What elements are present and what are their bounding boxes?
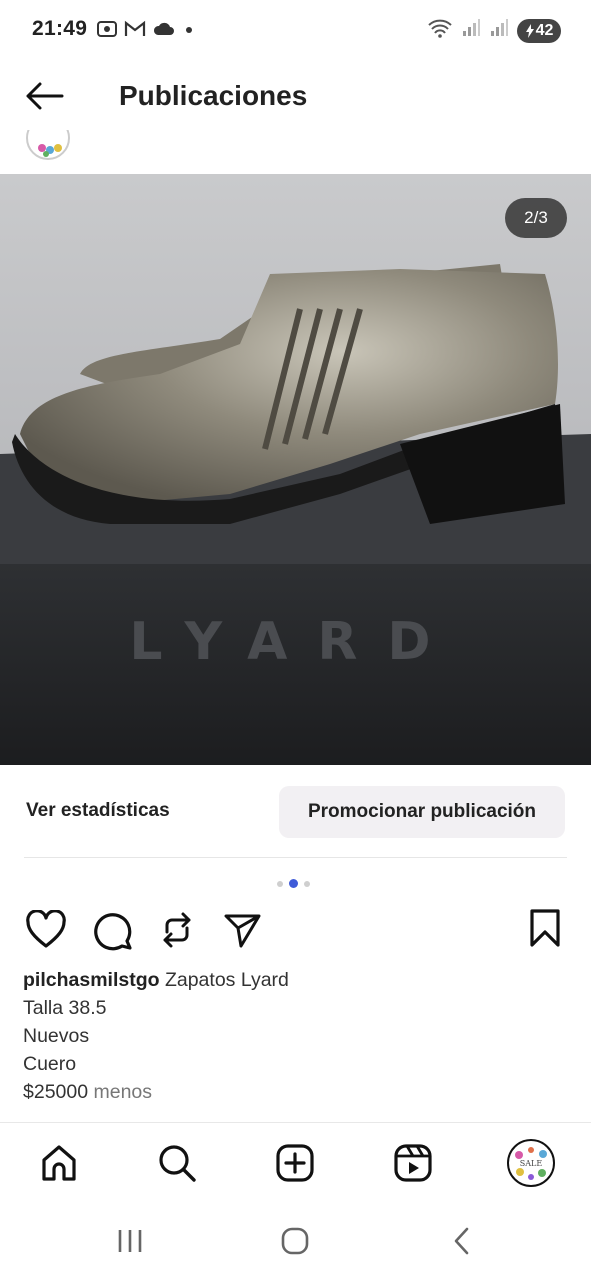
home-system-button[interactable]	[275, 1224, 315, 1258]
back-button[interactable]	[24, 78, 68, 114]
divider	[24, 857, 567, 858]
author-avatar[interactable]	[26, 130, 70, 160]
nav-create[interactable]	[271, 1139, 319, 1187]
profile-avatar-image: SALE	[511, 1143, 551, 1183]
shoe-photo: LYARD	[0, 174, 591, 765]
share-button[interactable]	[220, 908, 264, 952]
recents-button[interactable]	[110, 1224, 150, 1258]
nav-search[interactable]	[153, 1139, 201, 1187]
search-icon	[159, 1145, 196, 1182]
signal-icon-2	[489, 18, 509, 43]
reels-icon	[394, 1144, 432, 1182]
battery-level: 42	[535, 21, 554, 39]
battery-icon: 42	[517, 18, 561, 43]
repost-button[interactable]	[155, 908, 199, 952]
caption-line: Nuevos	[23, 1025, 90, 1047]
promote-post-button[interactable]: Promocionar publicación	[279, 786, 565, 838]
screenshot-icon	[96, 19, 118, 44]
page-title: Publicaciones	[119, 80, 308, 111]
create-icon	[276, 1144, 314, 1182]
post-author-row[interactable]	[0, 130, 591, 174]
signal-icon	[461, 18, 481, 43]
bookmark-icon	[530, 909, 560, 947]
image-counter-badge: 2/3	[505, 198, 567, 238]
caption-line: Talla 38.5	[23, 997, 107, 1019]
view-insights-link[interactable]: Ver estadísticas	[26, 800, 170, 822]
save-button[interactable]	[523, 906, 567, 950]
profile-avatar[interactable]: SALE	[507, 1139, 555, 1187]
profile-badge-text: SALE	[520, 1159, 543, 1168]
arrow-left-icon	[26, 82, 64, 110]
cloud-icon	[152, 20, 176, 43]
caption-price-line: $25000 menos	[23, 1078, 563, 1106]
nav-reels[interactable]	[389, 1139, 437, 1187]
nav-profile[interactable]: SALE	[507, 1139, 555, 1187]
status-notification-icons	[96, 19, 196, 44]
carousel-indicator	[277, 879, 310, 888]
comment-button[interactable]	[90, 908, 134, 952]
repost-icon	[163, 912, 191, 948]
like-button[interactable]	[24, 908, 68, 952]
comment-icon	[94, 913, 132, 951]
caption-username[interactable]: pilchasmilstgo	[23, 969, 160, 991]
box-brand-text: LYARD	[129, 612, 460, 672]
send-icon	[224, 914, 261, 948]
heart-icon	[26, 910, 66, 948]
system-navigation	[0, 1202, 591, 1280]
post-image[interactable]: LYARD 2/3	[0, 174, 591, 765]
caption-price: $25000	[23, 1081, 89, 1103]
caption-title: Zapatos Lyard	[164, 969, 289, 991]
back-chevron-icon	[454, 1227, 469, 1255]
back-system-button[interactable]	[442, 1224, 482, 1258]
status-bar: 21:49 42	[0, 0, 591, 60]
caption-less-link[interactable]: menos	[94, 1081, 153, 1103]
dot-icon	[182, 22, 196, 41]
status-time: 21:49	[32, 17, 88, 40]
carousel-dot-active	[289, 879, 298, 888]
home-icon	[42, 1145, 76, 1181]
bottom-navigation: SALE	[0, 1122, 591, 1202]
home-circle-icon	[281, 1227, 309, 1255]
carousel-dot	[277, 880, 283, 887]
app-header: Publicaciones	[0, 62, 591, 130]
carousel-dot	[304, 880, 310, 887]
caption-line: Cuero	[23, 1053, 77, 1075]
wifi-icon	[427, 17, 453, 44]
nav-home[interactable]	[35, 1139, 83, 1187]
post-caption: pilchasmilstgo Zapatos Lyard Talla 38.5 …	[23, 966, 563, 1106]
status-system-icons: 42	[427, 17, 561, 44]
caption-first-line: pilchasmilstgo Zapatos Lyard	[23, 966, 563, 994]
gmail-icon	[124, 20, 146, 43]
recents-icon	[118, 1230, 142, 1252]
